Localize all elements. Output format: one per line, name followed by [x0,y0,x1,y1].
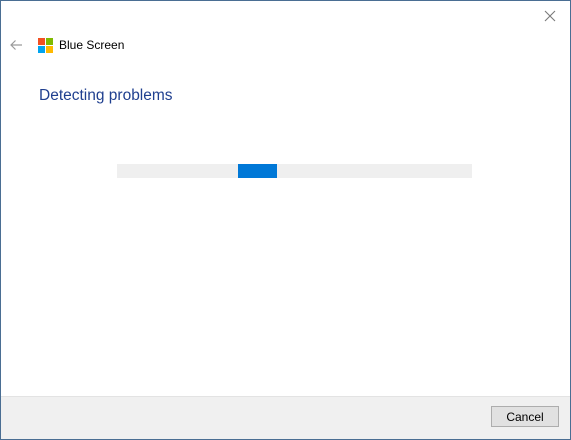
logo-square-green [46,38,53,45]
logo-square-blue [38,46,45,53]
header: Blue Screen [38,38,124,53]
page-title: Detecting problems [39,87,173,104]
back-arrow-icon [10,40,22,50]
cancel-button[interactable]: Cancel [491,406,559,427]
back-button[interactable] [7,35,25,55]
footer-bar: Cancel [1,396,570,439]
progress-indicator [238,164,277,178]
logo-square-red [38,38,45,45]
windows-logo-icon [38,38,53,53]
logo-square-yellow [46,46,53,53]
progress-bar [117,164,472,178]
troubleshooter-window: Blue Screen Detecting problems Cancel [0,0,571,440]
close-icon [544,10,556,22]
app-title: Blue Screen [59,38,125,52]
close-button[interactable] [536,3,564,29]
